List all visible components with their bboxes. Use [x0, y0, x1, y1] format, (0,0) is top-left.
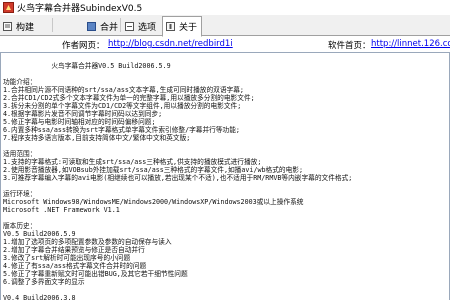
- merge-icon: [87, 21, 96, 31]
- about-text-line: 运行环境：: [3, 190, 37, 198]
- options-icon: [125, 21, 134, 31]
- about-text-line: 1.支持的字幕格式:可读取和生成srt/ssa/ass三种格式,供支持的播放模式…: [3, 158, 262, 166]
- about-text-line: 1.合并相同片源不同语种的srt/ssa/ass文本字幕,生成可同时播放的双语字…: [3, 86, 244, 94]
- tab-divider: [52, 18, 53, 32]
- about-text-area[interactable]: 火鸟字幕合并器V0.5 Build2006.5.9 功能介绍： 1.合并相同片源不同…: [0, 52, 450, 300]
- author-page-label: 作者网页：: [62, 41, 105, 51]
- about-text-line: V0.5 Build2006.5.9: [3, 230, 76, 238]
- title-bar[interactable]: 火鸟字幕合并器SubindexV0.5: [0, 0, 450, 15]
- tab-merge-label: 合并: [100, 22, 119, 33]
- about-text-line: 6.内置多种ssa/ass转换为srt字幕格式单字幕文件索引修整/字幕并行等功能…: [3, 126, 240, 134]
- tab-build[interactable]: 构建: [0, 17, 52, 35]
- tab-bar: 构建 合并 选项 关于: [0, 15, 450, 37]
- about-icon: [166, 22, 175, 31]
- tab-options[interactable]: 选项: [122, 17, 162, 35]
- about-text-line: 3.修改了srt解析时可能出现序号的小问题: [3, 254, 131, 262]
- about-text-line: 火鸟字幕合并器V0.5 Build2006.5.9: [3, 62, 171, 70]
- author-page-link[interactable]: http://blog.csdn.net/redbird1i: [108, 39, 233, 49]
- about-text-line: 5.修正字幕与电影时间轴相对应的时间码偏移问题;: [3, 118, 156, 126]
- about-text-line: Microsoft .NET Framework V1.1: [3, 206, 120, 214]
- about-text-line: 2.合并CD1/CD2式多个文本字幕文件为单一的完整字幕,用以播放多分割的电影文…: [3, 94, 255, 102]
- tab-about[interactable]: 关于: [162, 16, 202, 37]
- app-logo-icon: [3, 2, 14, 13]
- software-page-label: 软件首页：: [328, 41, 371, 51]
- about-text-line: 7.程序支持多语言版本,目前支持简体中文/繁体中文和英文版;: [3, 134, 191, 142]
- about-text-line: 2.使用影音播放器,如VOBsub外挂加载srt/ssa/ass三种格式的字幕文…: [3, 166, 303, 174]
- about-text-line: 3.可推荐字幕编入字幕的avi电影(相继续也可以播放,若出现某个不适),也不适用…: [3, 174, 353, 182]
- about-text-line: 3.拆分未分割的单个字幕文件为CD1/CD2等文字组件,用以播放分割的电影文件;: [3, 102, 242, 110]
- about-text-line: 适用范围：: [3, 150, 37, 158]
- tab-build-label: 构建: [16, 22, 35, 33]
- software-page-link[interactable]: http://linnet.126.com: [371, 39, 450, 49]
- about-text-line: 功能介绍：: [3, 78, 37, 86]
- about-text-line: 2.增加了字幕合并结果预览与修正是否自动并行: [3, 246, 145, 254]
- about-text-line: 5.修正了字幕重新赋文时可能出错BUG,及其它若干细节性问题: [3, 270, 188, 278]
- about-text-line: 4.修正了有ssa/ass格式字幕文件合并时的问题: [3, 262, 147, 270]
- window-title: 火鸟字幕合并器SubindexV0.5: [17, 4, 143, 14]
- about-text-line: 版本历史：: [3, 222, 37, 230]
- about-text-line: 6.调整了多界面文字的显示: [3, 278, 85, 286]
- about-text-line: Microsoft Windows98/WindowsME/Windows200…: [3, 198, 304, 206]
- tab-merge[interactable]: 合并: [84, 17, 122, 35]
- about-text-line: 1.增加了选项页的多项配置参数及参数的自动保存与读入: [3, 238, 172, 246]
- app-window: 火鸟字幕合并器SubindexV0.5 构建 合并 选项 关于 作者网页： ht…: [0, 0, 450, 300]
- tab-about-label: 关于: [179, 23, 198, 33]
- links-row: 作者网页： http://blog.csdn.net/redbird1i 软件首…: [0, 36, 450, 52]
- build-icon: [3, 21, 12, 31]
- about-text-line: 4.根据字幕影片发音不同调节字幕时间码以达到同步;: [3, 110, 163, 118]
- about-text-line: V0.4 Build2006.3.8: [3, 294, 76, 300]
- tab-options-label: 选项: [138, 22, 157, 33]
- tab-divider: [120, 18, 121, 32]
